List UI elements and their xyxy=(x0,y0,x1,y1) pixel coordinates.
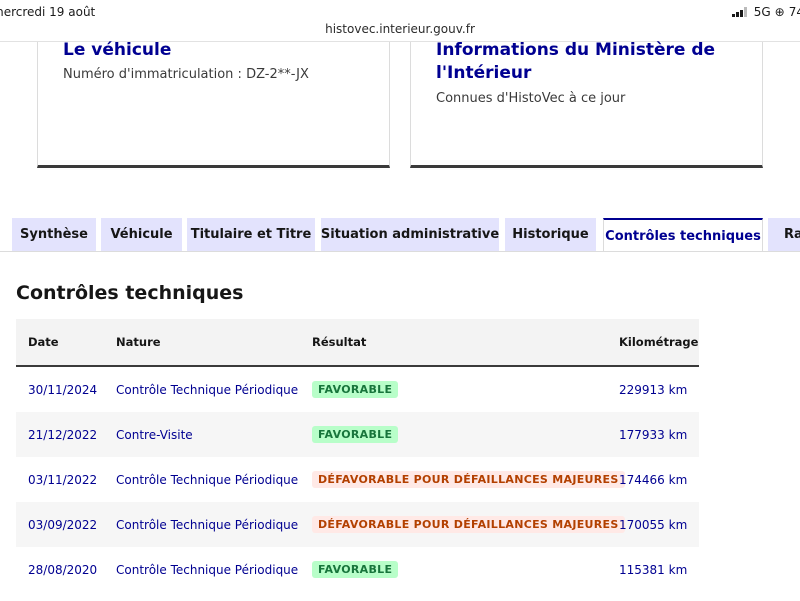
row-date: 03/09/2022 xyxy=(28,517,98,532)
result-badge: DÉFAVORABLE POUR DÉFAILLANCES MAJEURES xyxy=(312,516,625,533)
row-nature: Contrôle Technique Périodique xyxy=(116,472,299,487)
rotation-lock-icon: ⊕ xyxy=(774,5,785,19)
inspections-table: Date Nature Résultat Kilométrage 30/11/2… xyxy=(16,319,699,592)
row-date: 28/08/2020 xyxy=(28,562,98,577)
tab-controles-techniques[interactable]: Contrôles techniques xyxy=(603,218,763,252)
row-mileage: 170055 km xyxy=(619,517,688,532)
status-time: mercredi 19 août xyxy=(0,5,96,19)
ministry-card-subtitle: Connues d'HistoVec à ce jour xyxy=(436,91,626,106)
header-nature: Nature xyxy=(116,335,161,349)
tab-historique[interactable]: Historique xyxy=(505,218,596,251)
header-date: Date xyxy=(28,335,59,349)
tab-rapport[interactable]: Rapport xyxy=(768,218,800,251)
url-bar[interactable]: histovec.interieur.gouv.fr xyxy=(0,22,800,36)
header-mileage: Kilométrage xyxy=(619,335,699,349)
header-result: Résultat xyxy=(312,335,367,349)
table-row: 03/09/2022 Contrôle Technique Périodique… xyxy=(16,502,699,547)
row-mileage: 229913 km xyxy=(619,382,688,397)
status-right: 5G ⊕ 74 xyxy=(731,5,800,19)
result-badge: DÉFAVORABLE POUR DÉFAILLANCES MAJEURES xyxy=(312,471,625,488)
tab-situation-administrative[interactable]: Situation administrative xyxy=(321,218,499,251)
table-header: Date Nature Résultat Kilométrage xyxy=(16,319,699,367)
status-bar: mercredi 19 août 5G ⊕ 74 xyxy=(0,0,800,22)
tab-bar: Synthèse Véhicule Titulaire et Titre Sit… xyxy=(0,218,800,252)
table-row: 30/11/2024 Contrôle Technique Périodique… xyxy=(16,367,699,412)
vehicle-card-title: Le véhicule xyxy=(63,40,172,60)
result-badge: FAVORABLE xyxy=(312,561,399,578)
tab-titulaire[interactable]: Titulaire et Titre xyxy=(187,218,315,251)
row-date: 21/12/2022 xyxy=(28,427,98,442)
signal-icon xyxy=(731,7,747,17)
row-date: 30/11/2024 xyxy=(28,382,98,397)
result-badge: FAVORABLE xyxy=(312,426,399,443)
tab-vehicule[interactable]: Véhicule xyxy=(101,218,182,251)
tab-synthese[interactable]: Synthèse xyxy=(12,218,96,251)
row-mileage: 177933 km xyxy=(619,427,688,442)
ministry-card-title: Informations du Ministère de l'Intérieur xyxy=(436,40,716,83)
network-label: 5G xyxy=(753,5,771,19)
section-title: Contrôles techniques xyxy=(16,282,244,304)
result-badge: FAVORABLE xyxy=(312,381,399,398)
battery-level: 74 xyxy=(788,5,800,19)
row-nature: Contre-Visite xyxy=(116,427,193,442)
tab-panel: Contrôles techniques Date Nature Résulta… xyxy=(0,251,800,601)
row-nature: Contrôle Technique Périodique xyxy=(116,382,299,397)
registration-number: Numéro d'immatriculation : DZ-2**-JX xyxy=(63,67,309,82)
vehicle-card: Le véhicule Numéro d'immatriculation : D… xyxy=(37,40,390,168)
table-row: 28/08/2020 Contrôle Technique Périodique… xyxy=(16,547,699,592)
row-nature: Contrôle Technique Périodique xyxy=(116,517,299,532)
ministry-card: Informations du Ministère de l'Intérieur… xyxy=(410,40,763,168)
row-date: 03/11/2022 xyxy=(28,472,98,487)
table-row: 21/12/2022 Contre-Visite FAVORABLE 17793… xyxy=(16,412,699,457)
row-mileage: 115381 km xyxy=(619,562,688,577)
table-row: 03/11/2022 Contrôle Technique Périodique… xyxy=(16,457,699,502)
row-nature: Contrôle Technique Périodique xyxy=(116,562,299,577)
row-mileage: 174466 km xyxy=(619,472,688,487)
